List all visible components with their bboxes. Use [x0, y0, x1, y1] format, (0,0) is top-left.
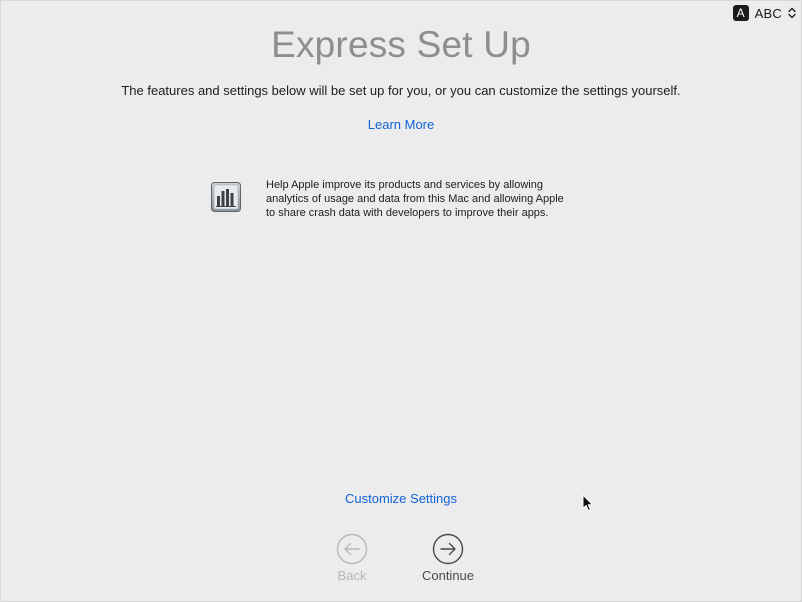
continue-button[interactable]: Continue — [408, 533, 488, 583]
input-source-menu[interactable]: A ABC — [732, 5, 796, 21]
customize-settings-link[interactable]: Customize Settings — [0, 491, 802, 506]
back-arrow-icon — [336, 533, 368, 565]
continue-label: Continue — [421, 568, 475, 583]
analytics-description-line: Help Apple improve its products and serv… — [266, 179, 543, 191]
analytics-description-line: to share crash data with developers to i… — [266, 207, 549, 219]
analytics-feature-row: Help Apple improve its products and serv… — [211, 178, 596, 220]
input-source-badge: A — [732, 5, 749, 21]
page-subtitle: The features and settings below will be … — [121, 83, 681, 98]
analytics-description-line: analytics of usage and data from this Ma… — [266, 193, 564, 205]
back-button[interactable]: Back — [312, 533, 392, 583]
page-title: Express Set Up — [271, 24, 531, 65]
continue-arrow-icon — [432, 533, 464, 565]
analytics-description: Help Apple improve its products and serv… — [266, 178, 596, 220]
learn-more-link[interactable]: Learn More — [0, 117, 802, 132]
back-label: Back — [337, 568, 367, 583]
chevron-updown-icon — [788, 7, 796, 19]
analytics-bar-chart-icon — [211, 182, 241, 212]
input-source-label: ABC — [754, 5, 782, 21]
